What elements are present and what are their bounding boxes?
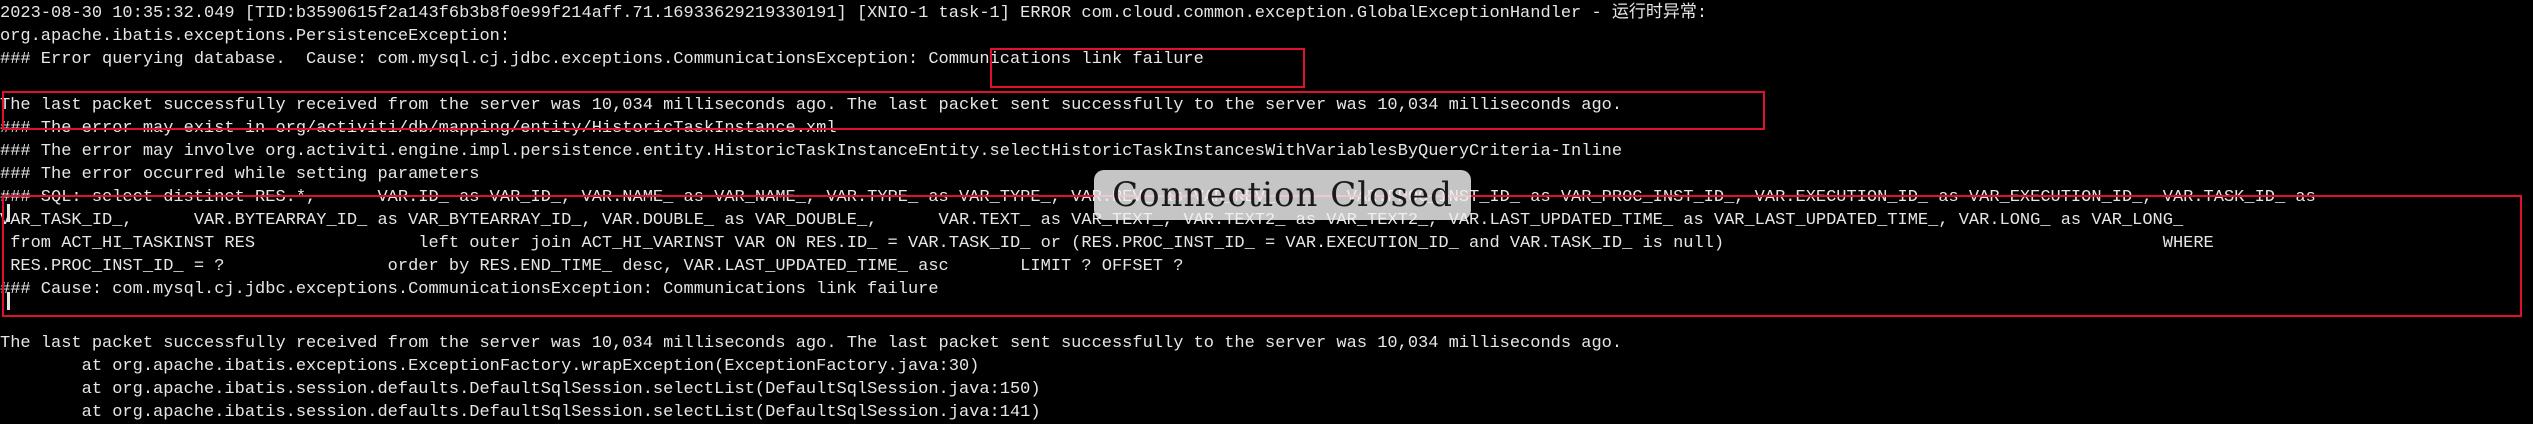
text-cursor-2 (7, 292, 10, 310)
highlight-box-link-failure (990, 48, 1305, 88)
log-line-stack-2: at org.apache.ibatis.session.defaults.De… (0, 380, 1041, 399)
log-line-error-involve: ### The error may involve org.activiti.e… (0, 142, 1623, 161)
log-line-last-packet-2: The last packet successfully received fr… (0, 334, 1623, 353)
connection-closed-label: Connection Closed (1112, 175, 1453, 215)
connection-closed-overlay: Connection Closed (1094, 170, 1471, 220)
log-line-timestamp-error: 2023-08-30 10:35:32.049 [TID:b3590615f2a… (0, 4, 1708, 23)
text-cursor (7, 204, 10, 222)
highlight-box-last-packet (2, 91, 1765, 130)
log-line-exception-class: org.apache.ibatis.exceptions.Persistence… (0, 27, 511, 46)
log-line-stack-1: at org.apache.ibatis.exceptions.Exceptio… (0, 357, 980, 376)
log-line-stack-3: at org.apache.ibatis.session.defaults.De… (0, 403, 1041, 422)
log-line-error-occurred: ### The error occurred while setting par… (0, 165, 480, 184)
